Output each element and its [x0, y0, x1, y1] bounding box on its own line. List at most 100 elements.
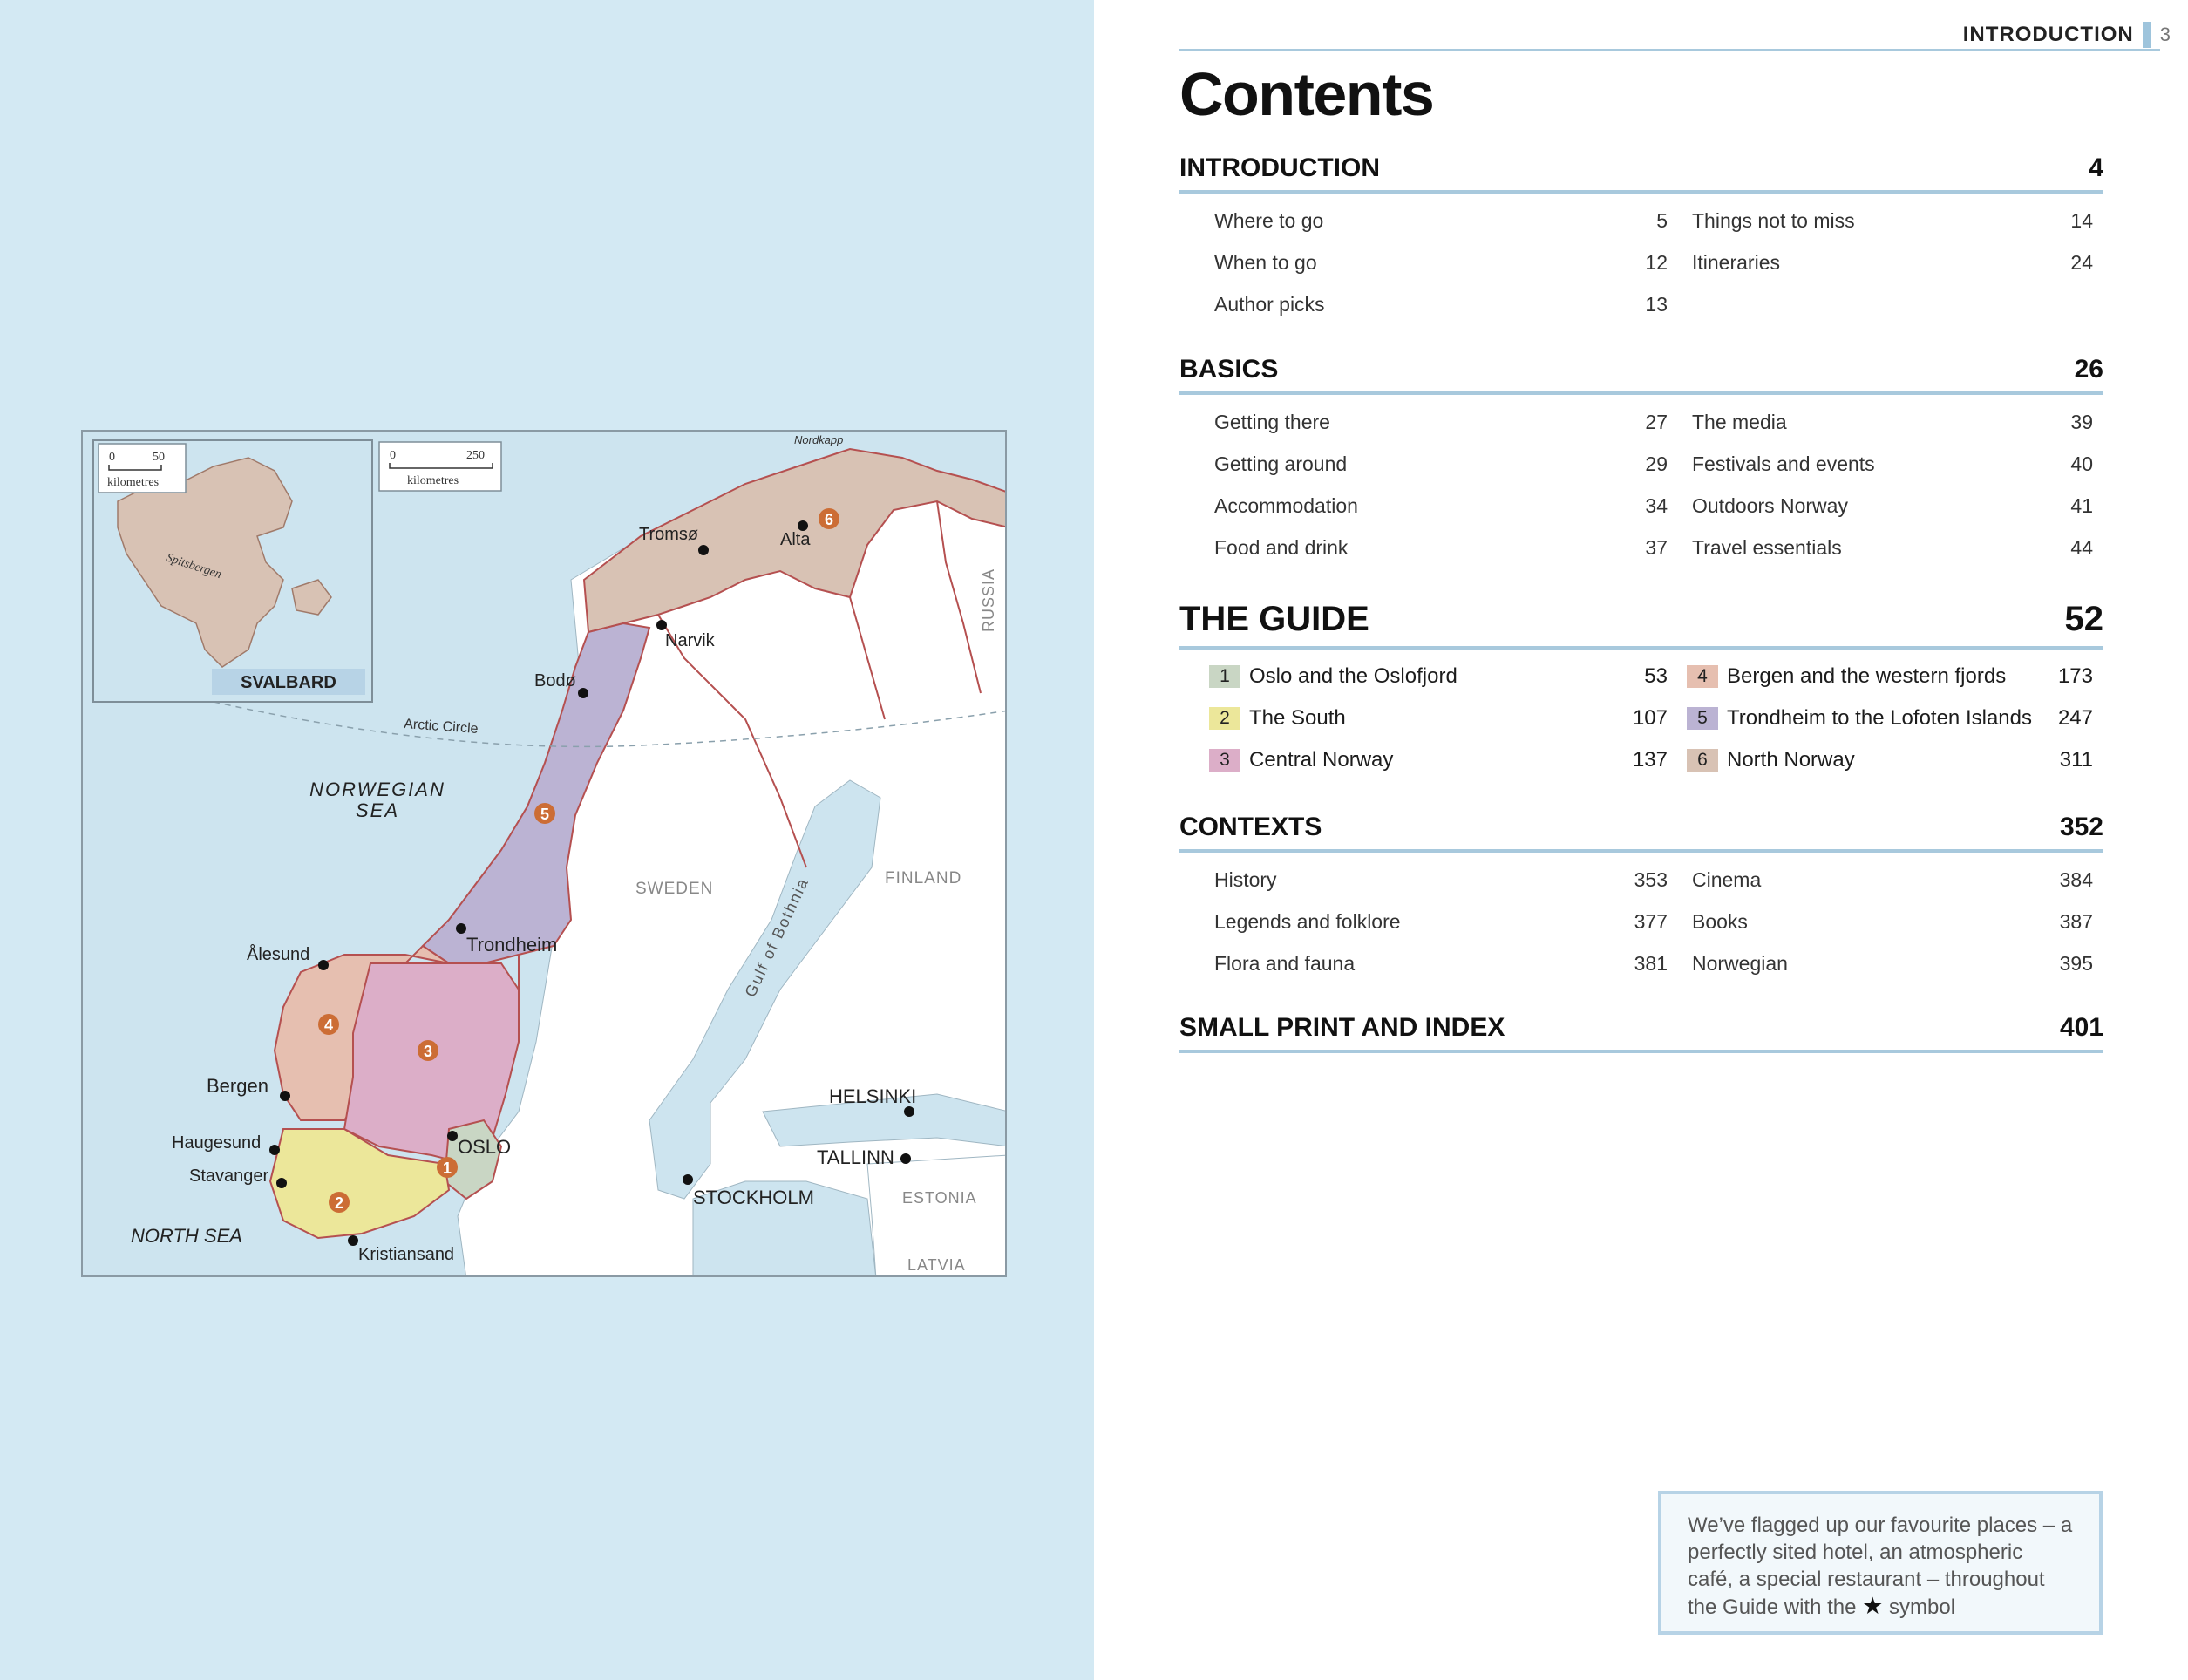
scale-inset-zero: 0	[109, 451, 115, 464]
toc-entry[interactable]: Itineraries 24	[1692, 251, 2093, 275]
dot-tromso	[698, 545, 709, 555]
toc-entry[interactable]: Where to go 5	[1214, 209, 1668, 233]
entry-page: 41	[2070, 494, 2093, 517]
entry-page: 24	[2070, 251, 2093, 274]
entry-label: Outdoors Norway	[1692, 494, 1848, 517]
dot-bergen	[280, 1091, 290, 1101]
chapter-badge: 3	[1209, 749, 1240, 772]
entry-page: 5	[1656, 209, 1668, 232]
scale-inset-unit: kilometres	[107, 476, 159, 489]
dot-oslo	[447, 1131, 458, 1141]
section-small-print[interactable]: SMALL PRINT AND INDEX 401	[1179, 1013, 2103, 1053]
toc-entry[interactable]: Getting there 27	[1214, 411, 1668, 434]
section-page: 401	[2059, 1013, 2103, 1042]
toc-entry[interactable]: Things not to miss 14	[1692, 209, 2093, 233]
entry-page: 39	[2070, 411, 2093, 433]
section-page: 4	[2089, 153, 2103, 182]
toc-entry[interactable]: When to go 12	[1214, 251, 1668, 275]
chapter-label: Central Norway	[1249, 748, 1394, 772]
marker-6-label: 6	[825, 511, 833, 528]
city-alta: Alta	[780, 530, 811, 549]
guide-chapter-6[interactable]: 6 North Norway 311	[1687, 748, 2093, 772]
entry-label: When to go	[1214, 251, 1317, 274]
guide-chapter-5[interactable]: 5 Trondheim to the Lofoten Islands 247	[1687, 706, 2093, 731]
toc-entry[interactable]: Flora and fauna 381	[1214, 952, 1668, 976]
section-introduction[interactable]: INTRODUCTION 4	[1179, 153, 2103, 194]
toc-entry[interactable]: The media 39	[1692, 411, 2093, 434]
running-head-bar	[2142, 22, 2151, 48]
toc-entry[interactable]: Food and drink 37	[1214, 536, 1668, 560]
guide-chapter-4[interactable]: 4 Bergen and the western fjords 173	[1687, 664, 2093, 689]
marker-3-label: 3	[424, 1043, 432, 1060]
map-svg: SVALBARD Spitsbergen 0 50 kilometres 0 2…	[83, 432, 1005, 1275]
city-stavanger: Stavanger	[189, 1166, 269, 1186]
chapter-page: 311	[2059, 748, 2093, 772]
toc-entry[interactable]: Author picks 13	[1214, 293, 1668, 316]
entry-page: 37	[1645, 536, 1668, 559]
toc-entry[interactable]: Accommodation 34	[1214, 494, 1668, 518]
chapter-badge: 2	[1209, 707, 1240, 730]
entry-label: Author picks	[1214, 293, 1325, 316]
entry-label: Where to go	[1214, 209, 1324, 232]
section-guide[interactable]: THE GUIDE 52	[1179, 600, 2103, 650]
sea-norwegian-2: SEA	[356, 799, 399, 821]
chapter-page: 247	[2057, 706, 2093, 730]
entry-page: 384	[2059, 868, 2093, 891]
scale-inset-max: 50	[153, 451, 165, 464]
entry-label: Things not to miss	[1692, 209, 1855, 232]
section-basics[interactable]: BASICS 26	[1179, 355, 2103, 395]
entry-label: History	[1214, 868, 1277, 891]
entry-page: 13	[1645, 293, 1668, 316]
city-tromso: Tromsø	[639, 525, 698, 544]
toc-entry[interactable]: Norwegian 395	[1692, 952, 2093, 976]
right-page: INTRODUCTION 3 Contents INTRODUCTION 4 W…	[1094, 0, 2188, 1680]
dot-stavanger	[276, 1178, 287, 1188]
entry-label: Festivals and events	[1692, 452, 1875, 475]
section-page: 352	[2059, 813, 2103, 841]
dot-tallinn	[900, 1153, 911, 1164]
section-heading: SMALL PRINT AND INDEX	[1179, 1013, 1505, 1042]
chapter-label: The South	[1249, 706, 1346, 730]
dot-bodo	[578, 688, 588, 698]
entry-page: 12	[1645, 251, 1668, 274]
chapter-label: North Norway	[1727, 748, 1855, 772]
city-bergen: Bergen	[207, 1075, 268, 1097]
entry-label: Itineraries	[1692, 251, 1780, 274]
guide-chapter-3[interactable]: 3 Central Norway 137	[1209, 748, 1668, 772]
scale-main-zero: 0	[390, 449, 396, 462]
entry-label: Flora and fauna	[1214, 952, 1356, 975]
toc-entry[interactable]: Getting around 29	[1214, 452, 1668, 476]
country-sweden: SWEDEN	[635, 880, 713, 898]
chapter-badge: 1	[1209, 665, 1240, 688]
country-finland: FINLAND	[885, 869, 961, 888]
entry-label: Getting around	[1214, 452, 1348, 475]
norway-map: SVALBARD Spitsbergen 0 50 kilometres 0 2…	[81, 430, 1007, 1277]
guide-chapter-2[interactable]: 2 The South 107	[1209, 706, 1668, 731]
guide-chapter-1[interactable]: 1 Oslo and the Oslofjord 53	[1209, 664, 1668, 689]
entry-page: 14	[2070, 209, 2093, 232]
toc-entry[interactable]: Travel essentials 44	[1692, 536, 2093, 560]
entry-label: The media	[1692, 411, 1787, 433]
toc-entry[interactable]: Outdoors Norway 41	[1692, 494, 2093, 518]
star-icon: ★	[1862, 1593, 1884, 1619]
chapter-page: 107	[1632, 706, 1668, 730]
city-kristiansand: Kristiansand	[358, 1245, 454, 1264]
entry-page: 387	[2059, 910, 2093, 933]
entry-page: 395	[2059, 952, 2093, 975]
section-page: 52	[2064, 600, 2104, 638]
toc-entry[interactable]: Legends and folklore 377	[1214, 910, 1668, 934]
chapter-page: 173	[2057, 664, 2093, 688]
left-page: SVALBARD Spitsbergen 0 50 kilometres 0 2…	[0, 0, 1094, 1680]
entry-page: 381	[1634, 952, 1668, 975]
chapter-label: Bergen and the western fjords	[1727, 664, 2007, 688]
toc-entry[interactable]: Books 387	[1692, 910, 2093, 934]
toc-entry[interactable]: History 353	[1214, 868, 1668, 892]
country-latvia: LATVIA	[907, 1256, 966, 1274]
toc-entry[interactable]: Cinema 384	[1692, 868, 2093, 892]
entry-label: Food and drink	[1214, 536, 1349, 559]
scale-main-unit: kilometres	[407, 474, 459, 487]
sea-north: NORTH SEA	[131, 1225, 242, 1247]
toc-entry[interactable]: Festivals and events 40	[1692, 452, 2093, 476]
section-contexts[interactable]: CONTEXTS 352	[1179, 813, 2103, 853]
entry-label: Books	[1692, 910, 1748, 933]
